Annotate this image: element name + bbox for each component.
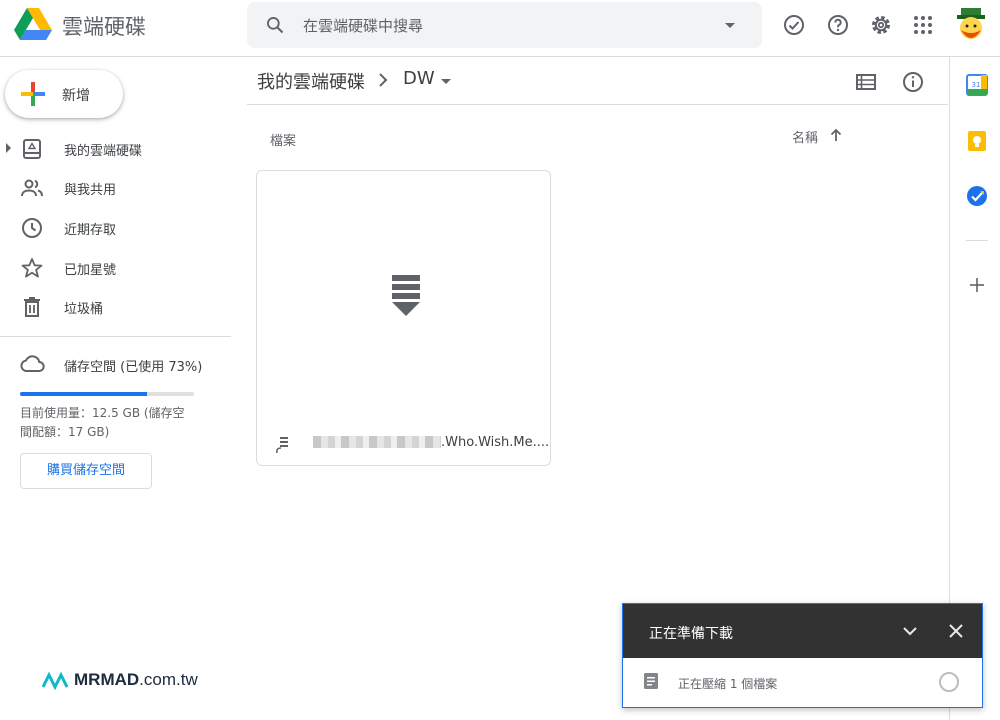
sort-ascending-icon[interactable] — [828, 127, 844, 143]
tasks-icon[interactable] — [966, 185, 988, 207]
apps-grid-icon[interactable] — [911, 13, 935, 37]
settings-gear-icon[interactable] — [869, 13, 893, 37]
brand-suffix: .com.tw — [139, 670, 198, 689]
drive-logo-icon[interactable] — [14, 8, 52, 42]
new-plus-icon — [21, 82, 45, 106]
search-icon[interactable] — [265, 15, 285, 35]
new-button[interactable]: 新增 — [5, 70, 123, 118]
trash-icon — [24, 297, 40, 317]
sidebar-item-trash[interactable]: 垃圾桶 — [0, 287, 230, 327]
storage-usage-fill — [20, 392, 148, 396]
sidebar-item-label: 與我共用 — [64, 183, 117, 198]
expand-arrow-icon[interactable] — [6, 143, 11, 153]
sidebar-item-my-drive[interactable]: 我的雲端硬碟 — [0, 129, 230, 169]
redacted-filename — [313, 436, 441, 448]
list-view-icon[interactable] — [855, 71, 877, 93]
archive-file-icon — [644, 673, 658, 689]
account-avatar[interactable] — [954, 6, 988, 44]
sidebar-item-shared[interactable]: 與我共用 — [0, 168, 230, 208]
sort-by-name-label[interactable]: 名稱 — [792, 127, 818, 146]
toast-status: 正在壓縮 1 個檔案 — [678, 677, 778, 691]
cloud-icon — [20, 355, 45, 372]
my-drive-icon — [23, 139, 41, 159]
download-toast: 正在準備下載 正在壓縮 1 個檔案 — [622, 603, 983, 708]
folder-menu-icon[interactable] — [441, 79, 451, 84]
files-section-label: 檔案 — [270, 134, 297, 149]
file-name: .Who.Wish.Me.... — [441, 435, 550, 450]
offline-check-icon[interactable] — [782, 13, 806, 37]
collapse-chevron-icon[interactable] — [901, 622, 919, 640]
sidebar-item-label: 垃圾桶 — [64, 302, 104, 317]
loading-spinner-icon — [939, 672, 959, 692]
buy-storage-button[interactable]: 購買儲存空間 — [20, 453, 152, 489]
calendar-icon[interactable]: 31 — [966, 74, 988, 96]
top-bar: 雲端硬碟 — [0, 0, 1000, 57]
sidebar-item-label: 近期存取 — [64, 223, 117, 238]
close-icon[interactable] — [947, 622, 965, 640]
svg-text:31: 31 — [972, 81, 981, 89]
storage-label[interactable]: 儲存空間 (已使用 73%) — [64, 356, 202, 375]
brand-logo-icon — [42, 672, 68, 690]
toast-title: 正在準備下載 — [649, 626, 733, 642]
sidebar-item-label: 我的雲端硬碟 — [64, 144, 143, 159]
sidebar-divider — [0, 336, 231, 337]
add-addon-icon[interactable] — [966, 274, 988, 296]
breadcrumb-current[interactable]: DW — [403, 68, 435, 89]
star-icon — [21, 258, 43, 278]
archive-file-type-icon — [276, 437, 288, 454]
search-bar[interactable] — [247, 2, 762, 48]
search-input[interactable] — [303, 14, 703, 38]
side-panel-separator — [966, 240, 988, 241]
breadcrumb-chevron-icon — [379, 73, 388, 87]
brand-name: MRMAD — [74, 670, 140, 689]
toast-header: 正在準備下載 — [623, 604, 982, 658]
storage-usage-text: 目前使用量：12.5 GB (儲存空間配額：17 GB) — [20, 406, 185, 439]
storage-usage-bar — [20, 392, 194, 396]
archive-file-preview-icon — [392, 275, 420, 316]
keep-icon[interactable] — [966, 130, 988, 152]
help-icon[interactable] — [826, 13, 850, 37]
header-divider — [247, 104, 948, 105]
sidebar-item-recent[interactable]: 近期存取 — [0, 208, 230, 248]
search-options-icon[interactable] — [725, 23, 735, 28]
info-icon[interactable] — [901, 70, 925, 94]
app-title[interactable]: 雲端硬碟 — [62, 11, 146, 41]
file-card[interactable]: .Who.Wish.Me.... — [256, 170, 551, 466]
sidebar-item-starred[interactable]: 已加星號 — [0, 248, 230, 288]
new-button-label: 新增 — [62, 88, 90, 104]
clock-icon — [22, 218, 42, 238]
breadcrumb-root[interactable]: 我的雲端硬碟 — [257, 68, 365, 94]
sidebar-item-label: 已加星號 — [64, 263, 117, 278]
shared-icon — [21, 179, 43, 197]
